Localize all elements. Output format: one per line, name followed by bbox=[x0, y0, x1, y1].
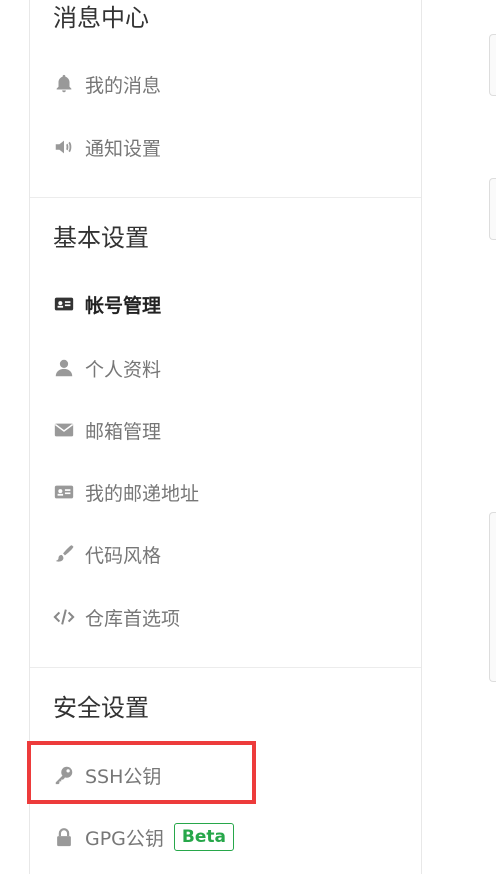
highlight-annotation bbox=[27, 741, 256, 804]
sidebar-item-mailing-address[interactable]: 我的邮递地址 bbox=[53, 476, 199, 508]
sidebar-item-label: 帐号管理 bbox=[85, 294, 162, 317]
clipped-field-fragment bbox=[489, 178, 496, 240]
clipped-heading-fragment bbox=[486, 360, 496, 390]
sidebar-item-my-messages[interactable]: 我的消息 bbox=[53, 68, 161, 100]
sidebar-item-label: 仓库首选项 bbox=[85, 607, 181, 630]
sidebar-item-notification-settings[interactable]: 通知设置 bbox=[53, 131, 161, 163]
bell-icon bbox=[53, 73, 75, 95]
sidebar-item-account-management[interactable]: 帐号管理 bbox=[53, 288, 161, 320]
section-message-center: 消息中心 我的消息 通知设置 bbox=[30, 0, 421, 197]
sidebar-item-label: 邮箱管理 bbox=[85, 420, 162, 443]
clipped-heading-fragment bbox=[486, 0, 496, 18]
sidebar-item-repo-preferences[interactable]: 仓库首选项 bbox=[53, 601, 180, 633]
clipped-panel-fragment bbox=[489, 512, 496, 682]
sidebar-item-label: 我的消息 bbox=[85, 74, 162, 97]
address-card-icon bbox=[53, 481, 75, 503]
section-title: 安全设置 bbox=[53, 694, 149, 722]
section-title: 消息中心 bbox=[53, 4, 149, 32]
sidebar-item-code-style[interactable]: 代码风格 bbox=[53, 538, 161, 570]
clipped-heading-fragment bbox=[486, 725, 496, 755]
user-icon bbox=[53, 357, 75, 379]
sidebar-item-gpg-keys[interactable]: GPG公钥 Beta bbox=[53, 821, 234, 853]
envelope-icon bbox=[53, 419, 75, 441]
sidebar-item-label: GPG公钥 bbox=[85, 827, 164, 850]
sidebar-item-email-management[interactable]: 邮箱管理 bbox=[53, 414, 161, 446]
lock-icon bbox=[53, 826, 75, 848]
beta-badge: Beta bbox=[173, 823, 234, 851]
clipped-heading-fragment bbox=[486, 140, 496, 168]
speaker-icon bbox=[53, 136, 75, 158]
sidebar-item-label: 我的邮递地址 bbox=[85, 482, 200, 505]
section-title: 基本设置 bbox=[53, 224, 149, 252]
clipped-heading-fragment bbox=[486, 452, 496, 482]
id-card-icon bbox=[53, 293, 75, 315]
sidebar-item-label: 通知设置 bbox=[85, 137, 162, 160]
sidebar-item-profile[interactable]: 个人资料 bbox=[53, 352, 161, 384]
sidebar-item-label: 个人资料 bbox=[85, 358, 162, 381]
section-basic-settings: 基本设置 帐号管理 个人资料 邮箱管理 我的邮递地址 代码风格 仓库首选项 bbox=[30, 197, 421, 668]
clipped-field-fragment bbox=[489, 34, 496, 96]
brush-icon bbox=[53, 543, 75, 565]
code-icon bbox=[53, 606, 75, 628]
sidebar-item-label: 代码风格 bbox=[85, 544, 162, 567]
